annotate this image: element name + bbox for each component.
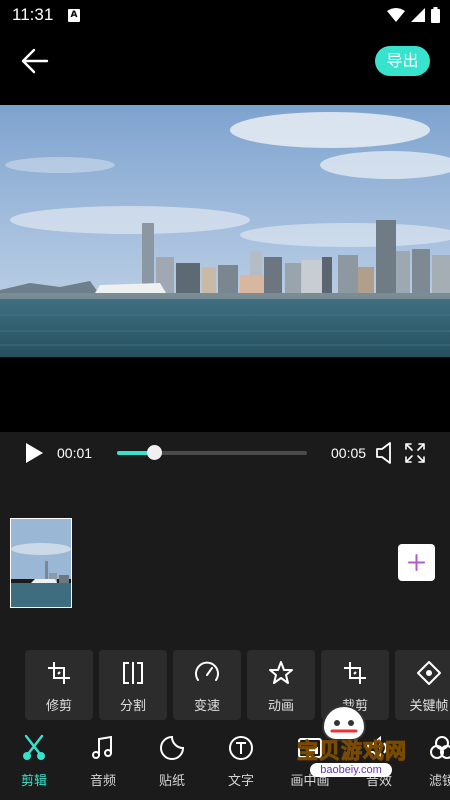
tool-label: 分割 (119, 699, 146, 714)
tool-trim[interactable]: 修剪 (25, 650, 93, 720)
star-icon (269, 661, 293, 684)
seek-bar[interactable] (117, 445, 307, 460)
volume-icon (376, 442, 391, 464)
scissors-icon (23, 734, 45, 760)
add-clip-button[interactable] (398, 544, 435, 581)
header-bar: 导出 (0, 30, 450, 105)
watermark-overlay: 宝贝游戏网 baobeiy.com (282, 705, 422, 777)
plus-icon (408, 554, 425, 571)
player-controls: 00:01 00:05 (0, 432, 450, 474)
notification-icon: A (68, 9, 80, 22)
tool-label: 修剪 (45, 699, 72, 714)
fullscreen-button[interactable] (404, 442, 426, 468)
speed-icon (195, 661, 219, 681)
current-time: 00:01 (57, 445, 93, 461)
video-frame (0, 105, 450, 357)
tool-split[interactable]: 分割 (99, 650, 167, 720)
back-button[interactable] (18, 44, 52, 78)
nav-item-text[interactable]: 文字 (211, 734, 271, 794)
filter-icon (430, 736, 450, 759)
signal-icon (411, 8, 425, 22)
wifi-icon (387, 8, 405, 22)
status-time: 11:31 (12, 5, 54, 24)
fullscreen-icon (405, 443, 425, 463)
play-icon (26, 443, 43, 463)
crop-icon (344, 662, 366, 684)
sticker-icon (160, 735, 185, 760)
nav-label: 音频 (89, 774, 116, 789)
video-clip-thumbnail[interactable] (10, 518, 72, 608)
music-icon (92, 735, 112, 759)
text-icon (229, 736, 253, 760)
status-bar: 11:31 A (0, 0, 450, 30)
watermark-title: 宝贝游戏网 (297, 739, 407, 764)
status-icons (387, 7, 440, 23)
export-button[interactable]: 导出 (375, 46, 430, 76)
nav-item-audio[interactable]: 音频 (73, 734, 133, 794)
video-thumbnail (11, 519, 71, 607)
play-button[interactable] (24, 442, 44, 468)
nav-label: 剪辑 (20, 774, 47, 789)
nav-item-sticker[interactable]: 贴纸 (142, 734, 202, 794)
trim-icon (48, 662, 70, 684)
seek-thumb[interactable] (147, 445, 162, 460)
nav-item-edit[interactable]: 剪辑 (4, 734, 64, 794)
timeline (0, 474, 450, 642)
nav-label: 文字 (227, 774, 254, 789)
keyframe-icon (417, 661, 441, 685)
battery-icon (431, 7, 440, 23)
video-letterbox (0, 357, 450, 432)
watermark-url: baobeiy.com (310, 763, 392, 777)
volume-button[interactable] (375, 442, 395, 468)
nav-label: 贴纸 (158, 774, 185, 789)
tool-label: 变速 (193, 699, 220, 714)
duration-time: 00:05 (331, 445, 367, 461)
tool-speed[interactable]: 变速 (173, 650, 241, 720)
arrow-left-icon (21, 48, 49, 74)
video-preview[interactable] (0, 105, 450, 357)
split-icon (123, 662, 143, 684)
